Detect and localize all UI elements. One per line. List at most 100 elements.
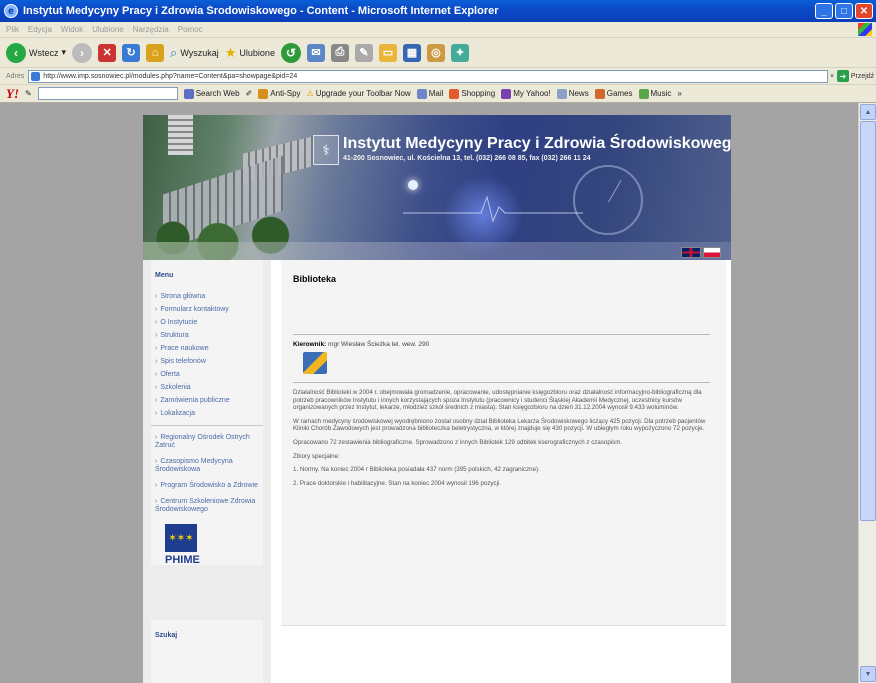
search-web-button[interactable]: Search Web xyxy=(183,88,240,99)
address-dropdown-icon[interactable]: ▾ xyxy=(830,72,834,80)
scroll-up-arrow-icon[interactable]: ▲ xyxy=(860,104,876,120)
sidebar-item-offer[interactable]: Oferta xyxy=(155,371,263,378)
paragraph: W ramach medycyny środowiskowej wyodrębn… xyxy=(293,417,706,433)
back-button[interactable]: ‹ Wstecz ▾ xyxy=(6,42,67,63)
favorites-button[interactable]: ★ Ulubione xyxy=(225,45,275,61)
paragraph: Działalność Biblioteki w 2004 r. obejmow… xyxy=(293,389,702,412)
more-chevron-icon[interactable]: » xyxy=(677,89,681,98)
banner-band xyxy=(143,242,731,260)
sidebar-item-phone-list[interactable]: Spis telefonów xyxy=(155,358,263,365)
sidebar-menu-box: Menu Strona główna Formularz kontaktowy … xyxy=(151,260,263,566)
sidebar-link-journal[interactable]: Czasopismo Medycyna Środowiskowa xyxy=(155,458,263,474)
address-input[interactable]: http://www.imp.sosnowiec.pl/modules.php?… xyxy=(28,69,829,83)
close-button[interactable]: ✕ xyxy=(855,3,873,19)
forward-button[interactable]: › xyxy=(72,42,93,63)
manager-label: Kierownik: xyxy=(293,341,327,348)
yahoo-toolbar: Y! ✎ Search Web ✐ Anti-Spy ⚠ Upgrade your… xyxy=(0,85,876,103)
menu-edit[interactable]: Edycja xyxy=(28,25,52,34)
stop-icon[interactable]: ✕ xyxy=(98,43,117,62)
tools-icon[interactable]: ✦ xyxy=(450,43,469,62)
sidebar-item-contact-form[interactable]: Formularz kontaktowy xyxy=(155,306,263,313)
sidebar-item-structure[interactable]: Struktura xyxy=(155,332,263,339)
search-title: Szukaj xyxy=(155,632,178,639)
print-icon[interactable]: ⎙ xyxy=(330,43,349,62)
institute-logo[interactable]: ⚕ xyxy=(313,135,339,165)
go-button[interactable]: ➜ Przejdź xyxy=(836,70,875,82)
news-button[interactable]: News xyxy=(556,88,589,99)
yahoo-logo[interactable]: Y! xyxy=(6,86,19,102)
window-titlebar[interactable]: e Instytut Medycyny Pracy i Zdrowia Środ… xyxy=(0,0,876,22)
menu-bar: Plik Edycja Widok Ulubione Narzędzia Pom… xyxy=(0,22,876,38)
site-banner: ⚕ Instytut Medycyny Pracy i Zdrowia Środ… xyxy=(143,115,731,260)
home-icon[interactable]: ⌂ xyxy=(146,43,165,62)
vertical-scrollbar[interactable]: ▲ ▼ xyxy=(858,103,876,683)
history-icon[interactable]: ↺ xyxy=(280,42,301,63)
phime-label: PHIME xyxy=(165,554,200,566)
edit-icon[interactable]: ✎ xyxy=(354,43,373,62)
sidebar-link-poison-center[interactable]: Regionalny Ośrodek Ostrych Zatruć xyxy=(155,434,263,450)
refresh-icon[interactable]: ↻ xyxy=(122,43,141,62)
yahoo-search-input[interactable] xyxy=(37,87,178,100)
menu-tools[interactable]: Narzędzia xyxy=(133,25,169,34)
sidebar-item-research[interactable]: Prace naukowe xyxy=(155,345,263,352)
phime-logo[interactable]: ✶✶✶ PHIME xyxy=(165,524,210,566)
address-bar: Adres http://www.imp.sosnowiec.pl/module… xyxy=(0,68,876,85)
sidebar-menu-title: Menu xyxy=(155,272,174,279)
menu-file[interactable]: Plik xyxy=(6,25,19,34)
folder-icon[interactable]: ▭ xyxy=(378,43,397,62)
shopping-button[interactable]: Shopping xyxy=(449,88,495,99)
search-icon: ⌕ xyxy=(170,44,178,60)
menu-view[interactable]: Widok xyxy=(61,25,83,34)
internet-explorer-icon: e xyxy=(4,4,18,18)
upgrade-button[interactable]: ⚠ Upgrade your Toolbar Now xyxy=(307,89,411,98)
mail-button[interactable]: Mail xyxy=(416,88,444,99)
menu-favorites[interactable]: Ulubione xyxy=(92,25,124,34)
sidebar-item-training[interactable]: Szkolenia xyxy=(155,384,263,391)
minimize-button[interactable]: _ xyxy=(815,3,833,19)
messenger-icon[interactable]: ▦ xyxy=(402,43,421,62)
scrollbar-thumb[interactable] xyxy=(860,121,876,521)
light-orb-decoration xyxy=(408,180,418,190)
back-label: Wstecz xyxy=(29,47,59,58)
sidebar-item-location[interactable]: Lokalizacja xyxy=(155,410,263,417)
menu-help[interactable]: Pomoc xyxy=(178,25,203,34)
content-divider xyxy=(293,382,710,383)
maximize-button[interactable]: □ xyxy=(835,3,853,19)
search-label: Wyszukaj xyxy=(180,47,219,58)
pencil-icon[interactable]: ✎ xyxy=(25,89,32,98)
sidebar-link-program[interactable]: Program Środowisko a Zdrowie xyxy=(155,482,263,490)
news-icon xyxy=(556,88,567,99)
english-flag-icon[interactable] xyxy=(681,247,701,258)
go-label: Przejdź xyxy=(850,72,875,80)
highlight-button[interactable]: ✐ xyxy=(246,89,253,98)
sidebar-item-about[interactable]: O Instytucie xyxy=(155,319,263,326)
scroll-down-arrow-icon[interactable]: ▼ xyxy=(860,666,876,682)
myyahoo-icon xyxy=(501,88,512,99)
go-arrow-icon: ➜ xyxy=(836,70,849,82)
music-button[interactable]: Music xyxy=(638,88,671,99)
manager-value: mgr Wiesław Ścieżka tel. wew. 290 xyxy=(328,341,430,348)
search-button[interactable]: ⌕ Wyszukaj xyxy=(170,45,219,61)
clock-decoration xyxy=(573,165,643,235)
antispy-button[interactable]: Anti-Spy xyxy=(258,88,301,99)
mail-icon[interactable]: ✉ xyxy=(306,43,325,62)
sidebar-item-home[interactable]: Strona główna xyxy=(155,293,263,300)
paragraph: Opracowano 72 zestawienia bibliograficzn… xyxy=(293,438,623,446)
left-sidebar: Menu Strona główna Formularz kontaktowy … xyxy=(143,260,271,683)
page-title: Biblioteka xyxy=(293,274,337,284)
window-controls: _ □ ✕ xyxy=(815,3,873,19)
content-divider xyxy=(293,334,710,335)
sidebar-link-training-center[interactable]: Centrum Szkoleniowe Zdrowia Środowiskowe… xyxy=(155,498,263,514)
ecg-line-decoration xyxy=(403,195,583,223)
myyahoo-button[interactable]: My Yahoo! xyxy=(501,88,551,99)
games-button[interactable]: Games xyxy=(594,88,633,99)
yahoo-mail-icon xyxy=(416,88,427,99)
polish-flag-icon[interactable] xyxy=(703,247,721,258)
windows-logo-icon xyxy=(858,23,872,36)
dropdown-arrow-icon: ▾ xyxy=(61,47,67,57)
research-icon[interactable]: ◎ xyxy=(426,43,445,62)
building-tower-image xyxy=(168,115,193,155)
sidebar-item-public-procurement[interactable]: Zamówienia publiczne xyxy=(155,397,263,404)
mail-label: Mail xyxy=(428,89,444,98)
paragraph: 2. Prace doktorskie i habilitacyjne. Sta… xyxy=(293,479,502,487)
